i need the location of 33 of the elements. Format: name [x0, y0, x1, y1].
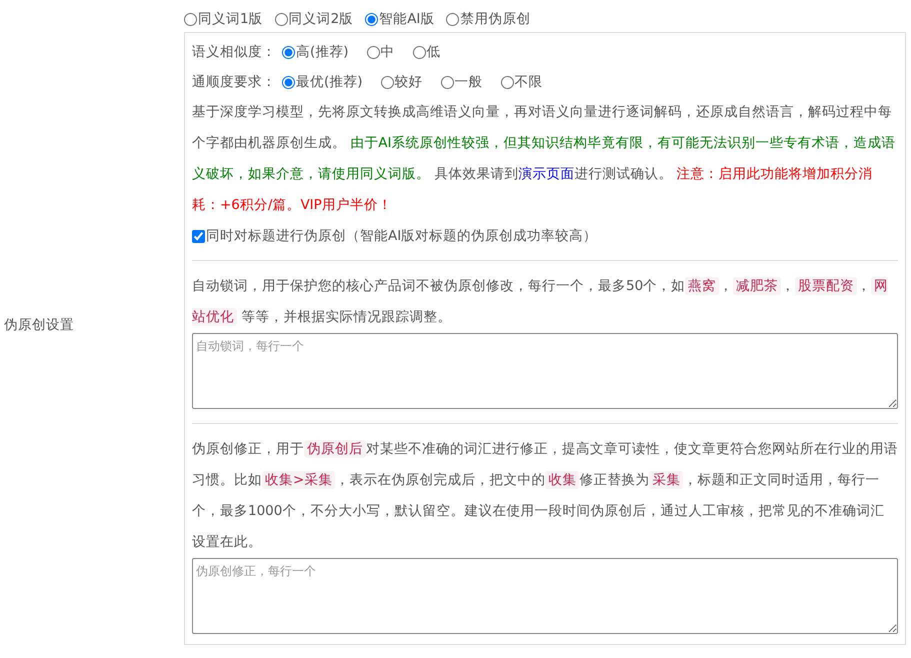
radio-option[interactable]: 最优(推荐)	[282, 67, 363, 97]
radio-option[interactable]: 智能AI版	[365, 8, 434, 30]
radio-button[interactable]	[446, 12, 460, 26]
radio-option[interactable]: 禁用伪原创	[446, 8, 530, 30]
demo-link[interactable]: 演示页面	[518, 166, 574, 182]
title-checkbox[interactable]	[192, 230, 205, 242]
radio-button[interactable]	[365, 12, 378, 26]
radio-button[interactable]	[380, 76, 394, 88]
radio-button[interactable]	[366, 46, 380, 58]
radio-option[interactable]: 高(推荐)	[282, 37, 349, 67]
section-label: 伪原创设置	[4, 316, 74, 336]
lock-words-field[interactable]: 自动锁词，每行一个	[192, 332, 898, 408]
option-label: 通顺度要求：	[192, 73, 276, 92]
title-option[interactable]: 同时对标题进行伪原创（智能AI版对标题的伪原创成功率较高）	[192, 221, 598, 251]
ai-description: 基于深度学习模型，先将原文转换成高维语义向量，再对语义向量进行逐词解码，还原成自然语言，解码过程中每个字都由机器原创生成。 由于AI系统原创性较强，但其知识结构毕竟有限，有可能无法识别一些专有术语，造成语义破坏，如果介意，请使用同义词版。 具体效果请到演示页面进行测试确认。 注意：启用此功能将增加积分消耗：+6积分/篇。VIP用户半价！	[192, 103, 897, 215]
radio-button[interactable]	[412, 46, 426, 58]
lock-words-description: 自动锁词，用于保护您的核心产品词不被伪原创修改，每行一个，最多50个，如 燕窝 ， 减肥茶 ， 股票配资 ， 网站优化 等等，并根据实际情况跟踪调整。	[192, 276, 890, 328]
radio-option[interactable]: 同义词1版	[184, 8, 263, 30]
radio-option[interactable]: 低	[412, 37, 441, 67]
correction-field[interactable]: 伪原创修正，每行一个	[192, 558, 898, 634]
radio-option[interactable]: 同义词2版	[274, 8, 354, 30]
radio-button[interactable]	[500, 76, 514, 88]
radio-option[interactable]: 中	[366, 37, 395, 67]
radio-option[interactable]: 不限	[500, 67, 543, 97]
correction-description: 伪原创修正，用于 伪原创后 对某些不准确的词汇进行修正，提高文章可读性，使文章更符合您网站所在行业的用语习惯。比如 收集>采集 ，表示在伪原创完成后，把文中的 收集 修正替换为 采集 ，标题和正文同时适用，每行一个，最多1000个，不分大小写，默认留空。建议在使用一段时间伪原创后，通过人工审核，把常见的不准确词汇设置在此。	[192, 438, 898, 552]
radio-button[interactable]	[274, 12, 288, 26]
radio-button[interactable]	[184, 12, 197, 26]
radio-button[interactable]	[282, 46, 295, 58]
radio-button[interactable]	[440, 76, 454, 88]
option-label: 语义相似度：	[192, 43, 276, 62]
radio-option[interactable]: 较好	[380, 67, 423, 97]
radio-option[interactable]: 一般	[440, 67, 483, 97]
radio-button[interactable]	[282, 76, 295, 88]
